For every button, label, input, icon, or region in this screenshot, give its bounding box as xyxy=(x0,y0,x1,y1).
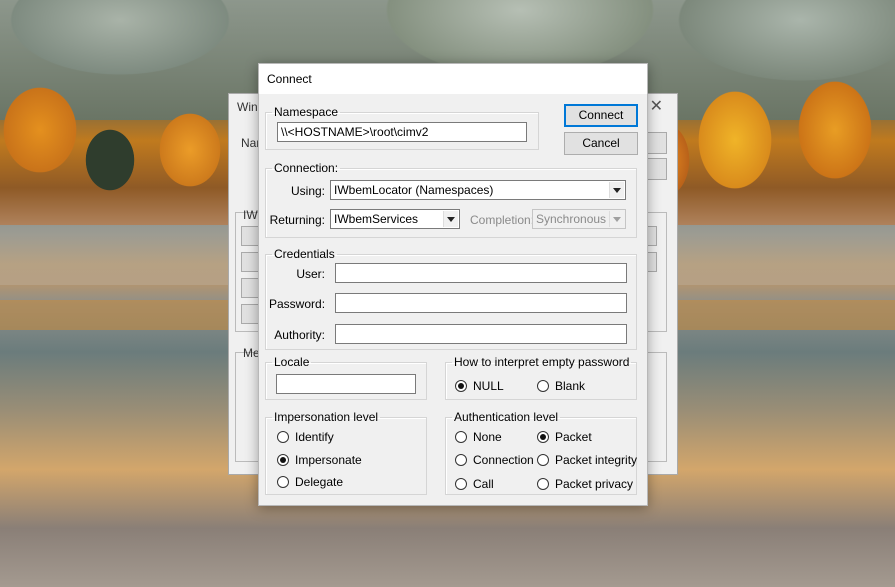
completion-label: Completion: xyxy=(470,213,535,227)
authority-input[interactable] xyxy=(335,324,627,344)
background-button[interactable] xyxy=(241,278,259,298)
auth-packet-integrity-label: Packet integrity xyxy=(555,453,638,467)
null-radio-label: NULL xyxy=(473,379,504,393)
radio-checked-icon xyxy=(537,431,549,443)
radio-unchecked-icon xyxy=(277,476,289,488)
returning-combo[interactable]: IWbemServices xyxy=(330,209,460,229)
radio-unchecked-icon xyxy=(537,478,549,490)
authority-label: Authority: xyxy=(274,328,325,342)
empty-password-group: How to interpret empty password xyxy=(445,356,637,400)
null-radio[interactable]: NULL xyxy=(455,379,504,393)
chevron-down-icon[interactable] xyxy=(609,182,624,198)
locale-input[interactable] xyxy=(276,374,416,394)
auth-connection-label: Connection xyxy=(473,453,534,467)
radio-unchecked-icon xyxy=(277,431,289,443)
auth-none-radio[interactable]: None xyxy=(455,430,502,444)
credentials-legend: Credentials xyxy=(274,247,335,261)
delegate-radio[interactable]: Delegate xyxy=(277,475,343,489)
chevron-down-icon xyxy=(609,211,624,227)
auth-call-label: Call xyxy=(473,477,494,491)
background-button[interactable] xyxy=(241,252,259,272)
returning-label: Returning: xyxy=(269,213,325,227)
radio-checked-icon xyxy=(455,380,467,392)
background-button[interactable] xyxy=(241,226,259,246)
radio-unchecked-icon xyxy=(537,380,549,392)
radio-unchecked-icon xyxy=(537,454,549,466)
impersonation-legend: Impersonation level xyxy=(274,410,379,424)
auth-packet-radio[interactable]: Packet xyxy=(537,430,592,444)
completion-combo[interactable]: Synchronous xyxy=(532,209,626,229)
authentication-legend: Authentication level xyxy=(454,410,559,424)
password-label: Password: xyxy=(269,297,326,311)
using-combo[interactable]: IWbemLocator (Namespaces) xyxy=(330,180,626,200)
using-label: Using: xyxy=(290,184,325,198)
identify-radio[interactable]: Identify xyxy=(277,430,334,444)
impersonate-radio-label: Impersonate xyxy=(295,453,362,467)
completion-value: Synchronous xyxy=(536,212,607,226)
namespace-input[interactable]: \\<HOSTNAME>\root\cimv2 xyxy=(277,122,527,142)
connect-dialog: Connect Namespace \\<HOSTNAME>\root\cimv… xyxy=(258,63,648,506)
namespace-legend: Namespace xyxy=(274,105,339,119)
connection-legend: Connection: xyxy=(274,161,339,175)
password-input[interactable] xyxy=(335,293,627,313)
wallpaper-trees-left xyxy=(0,50,260,200)
radio-checked-icon xyxy=(277,454,289,466)
background-window-title: Win xyxy=(237,100,258,114)
dialog-titlebar[interactable]: Connect xyxy=(259,64,647,94)
close-icon[interactable]: ✕ xyxy=(650,96,663,116)
auth-call-radio[interactable]: Call xyxy=(455,477,494,491)
cancel-button[interactable]: Cancel xyxy=(564,132,638,155)
impersonate-radio[interactable]: Impersonate xyxy=(277,453,362,467)
radio-unchecked-icon xyxy=(455,454,467,466)
user-input[interactable] xyxy=(335,263,627,283)
chevron-down-icon[interactable] xyxy=(443,211,458,227)
empty-password-legend: How to interpret empty password xyxy=(454,355,630,369)
radio-unchecked-icon xyxy=(455,431,467,443)
radio-unchecked-icon xyxy=(455,478,467,490)
auth-packet-integrity-radio[interactable]: Packet integrity xyxy=(537,453,637,467)
auth-connection-radio[interactable]: Connection xyxy=(455,453,534,467)
using-value: IWbemLocator (Namespaces) xyxy=(334,183,494,197)
returning-value: IWbemServices xyxy=(334,212,419,226)
connect-button[interactable]: Connect xyxy=(564,104,638,127)
background-button[interactable] xyxy=(241,304,259,324)
identify-radio-label: Identify xyxy=(295,430,334,444)
blank-radio[interactable]: Blank xyxy=(537,379,585,393)
delegate-radio-label: Delegate xyxy=(295,475,344,489)
auth-packet-label: Packet xyxy=(555,430,592,444)
locale-legend: Locale xyxy=(274,355,310,369)
auth-none-label: None xyxy=(473,430,502,444)
auth-packet-privacy-label: Packet privacy xyxy=(555,477,634,491)
auth-packet-privacy-radio[interactable]: Packet privacy xyxy=(537,477,633,491)
dialog-title: Connect xyxy=(267,72,312,86)
user-label: User: xyxy=(296,267,325,281)
blank-radio-label: Blank xyxy=(555,379,586,393)
